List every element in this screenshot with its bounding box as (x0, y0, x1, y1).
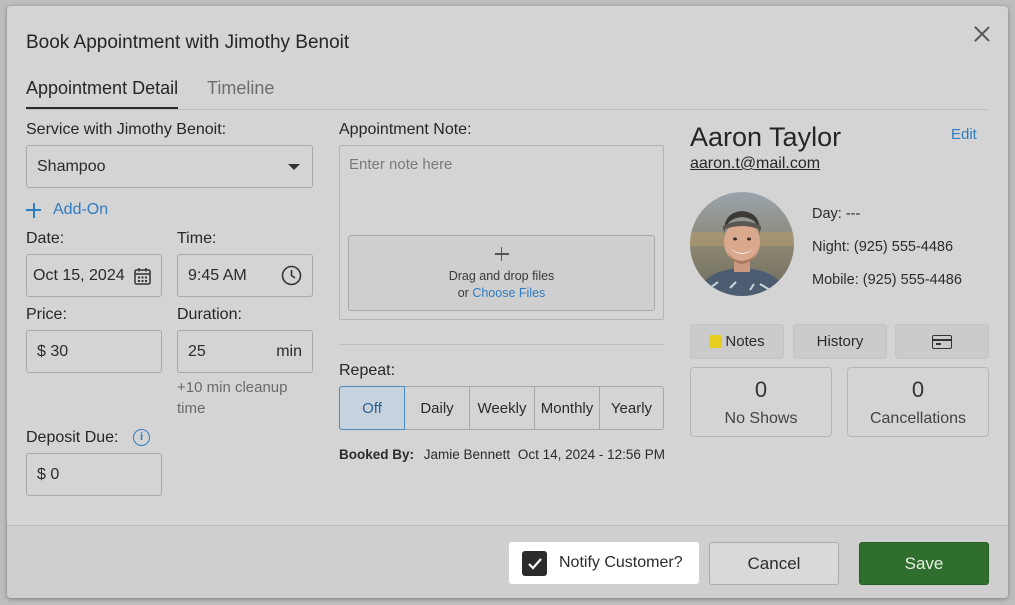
booked-datetime: Oct 14, 2024 - 12:56 PM (517, 447, 665, 462)
duration-label: Duration: (177, 306, 242, 323)
service-value: Shampoo (37, 157, 106, 175)
no-shows-count: 0 (754, 377, 768, 402)
customer-mobile-phone: Mobile: (925) 555-4486 (812, 272, 962, 288)
credit-card-icon (932, 334, 952, 349)
repeat-option-weekly[interactable]: Weekly (470, 386, 535, 430)
edit-customer-link[interactable]: Edit (951, 126, 977, 143)
sticky-note-icon (709, 335, 723, 348)
no-shows-label: No Shows (724, 410, 798, 427)
divider (339, 344, 664, 345)
choose-files-link[interactable]: Choose Files (472, 286, 545, 300)
plus-icon (494, 247, 509, 261)
appointment-dialog: Book Appointment with Jimothy Benoit App… (7, 6, 1008, 598)
appointment-note-textarea[interactable]: Enter note here Drag and drop files or C… (339, 145, 664, 320)
deposit-value: $ 0 (37, 465, 60, 483)
history-button[interactable]: History (793, 324, 887, 359)
dialog-title: Book Appointment with Jimothy Benoit (26, 32, 350, 53)
notify-customer-checkbox[interactable]: Notify Customer? (509, 542, 699, 584)
repeat-option-off[interactable]: Off (339, 386, 405, 430)
service-select[interactable]: Shampoo (26, 145, 313, 188)
info-icon[interactable]: i (133, 429, 150, 446)
add-on-label: Add-On (53, 201, 109, 218)
customer-email[interactable]: aaron.t@mail.com (690, 155, 820, 173)
deposit-label: Deposit Due: (26, 429, 119, 446)
no-shows-stat: 0 No Shows (690, 367, 832, 437)
add-on-button[interactable]: Add-On (26, 201, 108, 219)
notes-button[interactable]: Notes (690, 324, 784, 359)
plus-icon (26, 202, 41, 218)
calendar-icon[interactable] (134, 267, 151, 285)
note-label: Appointment Note: (339, 121, 472, 138)
clock-icon[interactable] (281, 265, 302, 286)
date-label: Date: (26, 230, 65, 247)
duration-field[interactable]: 25 min (177, 330, 313, 373)
dialog-footer (7, 525, 1008, 598)
tab-timeline[interactable]: Timeline (207, 78, 274, 107)
dropdown-caret-icon (288, 164, 300, 170)
customer-night-phone: Night: (925) 555-4486 (812, 239, 954, 255)
cleanup-note: +10 min cleanup time (177, 379, 288, 417)
duration-value: 25 (188, 342, 206, 360)
price-label: Price: (26, 306, 67, 323)
deposit-field[interactable]: $ 0 (26, 453, 162, 496)
tab-appointment-detail[interactable]: Appointment Detail (26, 78, 179, 109)
drop-text: Drag and drop files (448, 269, 555, 283)
customer-day-phone: Day: --- (812, 206, 861, 222)
history-label: History (816, 333, 864, 350)
booked-by-name: Jamie Bennett (423, 447, 511, 462)
booked-by: Booked By: Jamie Bennett Oct 14, 2024 - … (339, 447, 665, 462)
date-field[interactable]: Oct 15, 2024 (26, 254, 162, 297)
repeat-option-yearly[interactable]: Yearly (600, 386, 664, 430)
close-icon[interactable] (971, 23, 993, 45)
customer-name: Aaron Taylor (690, 122, 842, 152)
drop-or: or (457, 286, 469, 300)
notify-customer-label: Notify Customer? (559, 554, 683, 571)
avatar (690, 192, 794, 296)
repeat-segmented-control: Off Daily Weekly Monthly Yearly (339, 386, 664, 430)
price-value: $ 30 (37, 342, 69, 360)
duration-unit: min (276, 343, 302, 360)
cancellations-stat: 0 Cancellations (847, 367, 989, 437)
notes-label: Notes (725, 333, 765, 350)
repeat-label: Repeat: (339, 362, 396, 379)
checkmark-icon (522, 550, 547, 576)
date-value: Oct 15, 2024 (33, 266, 125, 284)
price-field[interactable]: $ 30 (26, 330, 162, 373)
payment-card-button[interactable] (895, 324, 989, 359)
note-placeholder: Enter note here (349, 156, 453, 173)
booked-by-label: Booked By: (339, 447, 415, 462)
service-label: Service with Jimothy Benoit: (26, 121, 227, 138)
repeat-option-monthly[interactable]: Monthly (535, 386, 600, 430)
drop-or-line: or Choose Files (349, 286, 654, 300)
tab-bar: Appointment Detail Timeline (26, 76, 988, 110)
cancellations-count: 0 (911, 377, 925, 402)
time-value: 9:45 AM (188, 266, 247, 284)
cancellations-label: Cancellations (869, 410, 967, 427)
file-dropzone[interactable]: Drag and drop files or Choose Files (348, 235, 655, 311)
time-label: Time: (177, 230, 217, 247)
cancel-button[interactable]: Cancel (709, 542, 839, 585)
save-button[interactable]: Save (859, 542, 989, 585)
time-field[interactable]: 9:45 AM (177, 254, 313, 297)
repeat-option-daily[interactable]: Daily (405, 386, 470, 430)
